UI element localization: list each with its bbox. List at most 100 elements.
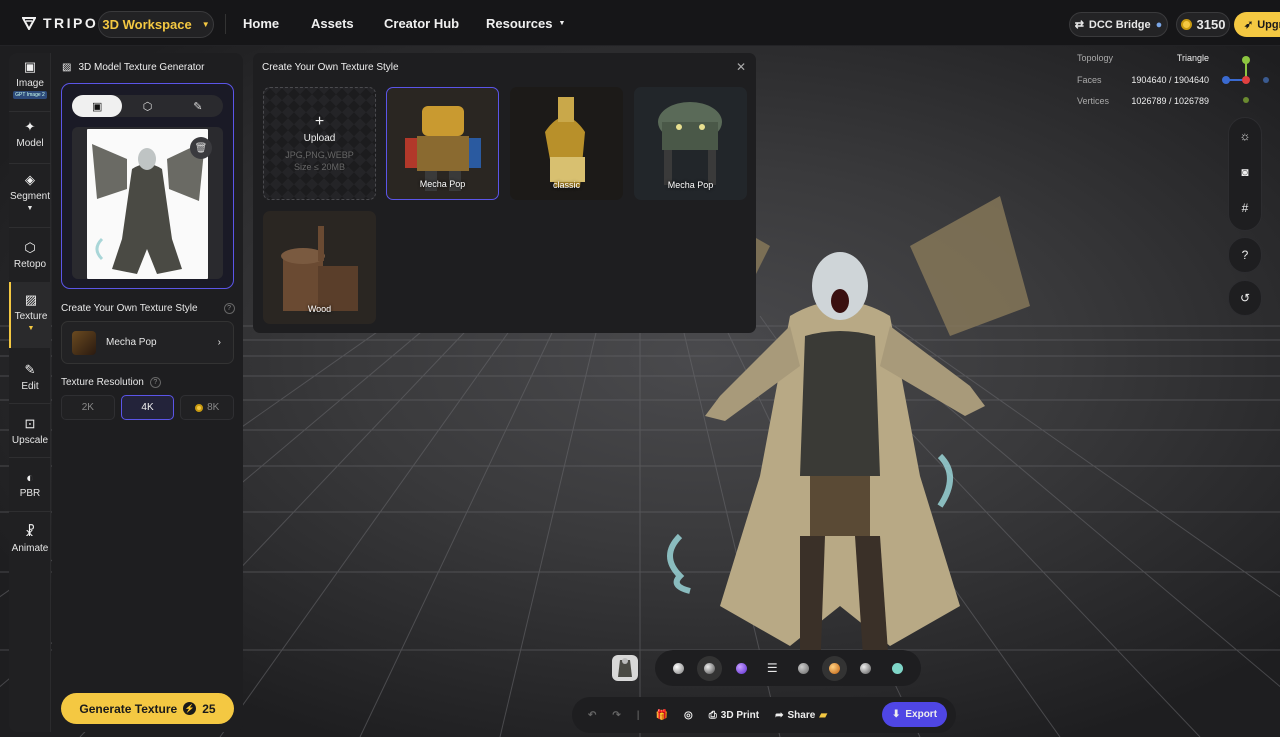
grid-icon[interactable]: # — [1242, 190, 1249, 226]
chevron-right-icon: › — [217, 337, 221, 348]
model-mode-icon[interactable]: ⬡ — [122, 95, 172, 117]
style-card-mecha-pop-1[interactable]: Mecha Pop — [386, 87, 499, 200]
sidebar-item-upscale[interactable]: ⊡ Upscale — [9, 416, 51, 446]
history-button[interactable]: ↺ — [1228, 280, 1262, 316]
sidebar-item-label: Animate — [11, 543, 49, 554]
model-thumbnail[interactable] — [612, 655, 638, 681]
text-mode-icon[interactable]: ✎ — [173, 95, 223, 117]
rocket-icon: ➶ — [1244, 19, 1254, 31]
sidebar-item-label: Model — [16, 138, 44, 149]
nav-resources[interactable]: Resources ▼ — [486, 0, 565, 46]
sparkle-icon: ✦ — [24, 119, 36, 134]
input-image-card: ▣ ⬡ ✎ 🗑 — [61, 83, 234, 289]
figure-icon: ☧ — [24, 524, 36, 539]
resolution-8k[interactable]: 8K — [180, 395, 235, 420]
workspace-dropdown[interactable]: 3D Workspace ▼ — [98, 11, 214, 38]
sidebar-item-model[interactable]: ✦ Model — [9, 119, 51, 149]
history-icon: ↺ — [1239, 291, 1251, 305]
style-card-classic[interactable]: classic — [510, 87, 623, 200]
top-navigation-bar: TRIPO 3D Workspace ▼ Home Assets Creator… — [0, 0, 1280, 46]
popup-title: Create Your Own Texture Style — [262, 62, 399, 73]
trash-icon[interactable]: 🗑 — [190, 137, 212, 159]
sidebar-item-label: PBR — [19, 488, 41, 499]
selected-style-name: Mecha Pop — [106, 337, 157, 348]
mint-material-icon[interactable] — [891, 662, 903, 674]
nav-assets[interactable]: Assets — [311, 0, 354, 46]
workspace-label: 3D Workspace — [102, 17, 192, 32]
nav-creator-hub[interactable]: Creator Hub — [384, 0, 459, 46]
ticket-icon: ▰ — [819, 709, 828, 721]
generate-cost: 25 — [202, 701, 216, 716]
credits-balance[interactable]: 3150 — [1176, 12, 1230, 37]
pbr-icon: ◐ — [26, 470, 34, 485]
dcc-bridge-label: DCC Bridge — [1088, 18, 1151, 31]
style-card-wood[interactable]: Wood — [263, 211, 376, 324]
sidebar-item-texture[interactable]: ▨ Texture ▼ — [9, 282, 51, 348]
sidebar-item-segment[interactable]: ◈ Segment ▼ — [9, 172, 51, 214]
image-preview[interactable]: 🗑 — [72, 127, 223, 279]
nav-home[interactable]: Home — [243, 0, 279, 46]
view-icon[interactable]: ◎ — [676, 710, 701, 721]
plus-icon: + — [314, 112, 325, 130]
matte-material-icon[interactable] — [797, 662, 809, 674]
tripo-logo[interactable]: TRIPO — [22, 15, 98, 31]
iridescent-material-icon[interactable] — [735, 662, 747, 674]
sidebar-item-animate[interactable]: ☧ Animate — [9, 524, 51, 554]
tool-sidebar: ▣ Image GPT Image 2 ✦ Model ◈ Segment ▼ … — [9, 53, 51, 732]
export-button[interactable]: ⬇ Export — [882, 702, 947, 727]
coin-icon — [195, 403, 204, 412]
upscale-icon: ⊡ — [24, 416, 36, 431]
upgrade-button[interactable]: ➶ Upgrade — [1234, 12, 1280, 37]
vertices-row: Vertices 1026789 / 1026789 — [1077, 96, 1209, 106]
sliders-icon[interactable]: ☰ — [767, 661, 778, 675]
clay-material-icon[interactable] — [673, 662, 685, 674]
help-icon[interactable]: ? — [149, 377, 161, 388]
mesh-icon: ⬡ — [24, 240, 36, 255]
sidebar-item-image[interactable]: ▣ Image GPT Image 2 — [9, 59, 51, 107]
print-button[interactable]: ⎙ 3D Print — [701, 710, 767, 721]
help-icon[interactable]: ? — [223, 303, 235, 314]
resolution-4k[interactable]: 4K — [120, 395, 175, 420]
view-toolbar: ☼ ◙ # — [1228, 117, 1262, 231]
help-button[interactable]: ? — [1228, 237, 1262, 273]
light-icon[interactable]: ☼ — [1240, 118, 1251, 154]
help-icon: ? — [1241, 248, 1249, 262]
sidebar-item-pbr[interactable]: ◐ PBR — [9, 470, 51, 500]
image-icon: ▣ — [23, 59, 37, 74]
image-mode-icon[interactable]: ▣ — [72, 95, 123, 117]
style-selector[interactable]: Mecha Pop › — [61, 321, 234, 364]
sidebar-item-edit[interactable]: ✎ Edit — [9, 362, 51, 392]
sidebar-item-label: Segment — [9, 191, 51, 202]
sidebar-item-retopo[interactable]: ⬡ Retopo — [9, 240, 51, 270]
style-card-mecha-pop-2[interactable]: Mecha Pop — [634, 87, 747, 200]
sidebar-item-label: Edit — [21, 381, 39, 392]
gpt-image-badge: GPT Image 2 — [13, 91, 47, 99]
lightning-icon: ⚡ — [183, 702, 197, 715]
normal-material-icon[interactable] — [704, 662, 716, 674]
axis-gizmo[interactable] — [1216, 53, 1276, 103]
bottom-action-bar: ↶ ↷ | 🎁 ◎ ⎙ 3D Print ➦ Share ▰ ⬇ Export — [572, 697, 956, 733]
texture-icon: ▨ — [24, 292, 38, 307]
resolution-options: 2K 4K 8K — [61, 395, 235, 420]
textured-material-icon[interactable] — [829, 662, 841, 674]
resolution-2k[interactable]: 2K — [61, 395, 115, 420]
generate-texture-button[interactable]: Generate Texture ⚡ 25 — [61, 693, 234, 724]
coin-icon — [1180, 19, 1192, 30]
upload-style-dropzone[interactable]: + Upload JPG,PNG,WEBP Size ≤ 20MB — [263, 87, 376, 200]
share-button[interactable]: ➦ Share ▰ — [767, 710, 835, 721]
sidebar-item-label: Retopo — [13, 259, 47, 270]
gift-icon[interactable]: 🎁 — [648, 710, 676, 721]
metal-material-icon[interactable] — [860, 662, 872, 674]
camera-icon[interactable]: ◙ — [1241, 154, 1248, 190]
undo-icon[interactable]: ↶ — [580, 710, 604, 721]
brush-icon: ✎ — [24, 362, 36, 377]
caret-down-icon: ▼ — [26, 205, 34, 212]
divider — [225, 14, 226, 34]
dcc-bridge-button[interactable]: ⇄ DCC Bridge ● — [1069, 12, 1168, 37]
faces-row: Faces 1904640 / 1904640 — [1077, 75, 1209, 85]
credits-value: 3150 — [1196, 17, 1226, 32]
redo-icon[interactable]: ↷ — [604, 710, 628, 721]
sidebar-item-label: Upscale — [11, 435, 49, 446]
download-icon: ⬇ — [891, 709, 901, 720]
close-icon[interactable]: ✕ — [736, 60, 746, 74]
